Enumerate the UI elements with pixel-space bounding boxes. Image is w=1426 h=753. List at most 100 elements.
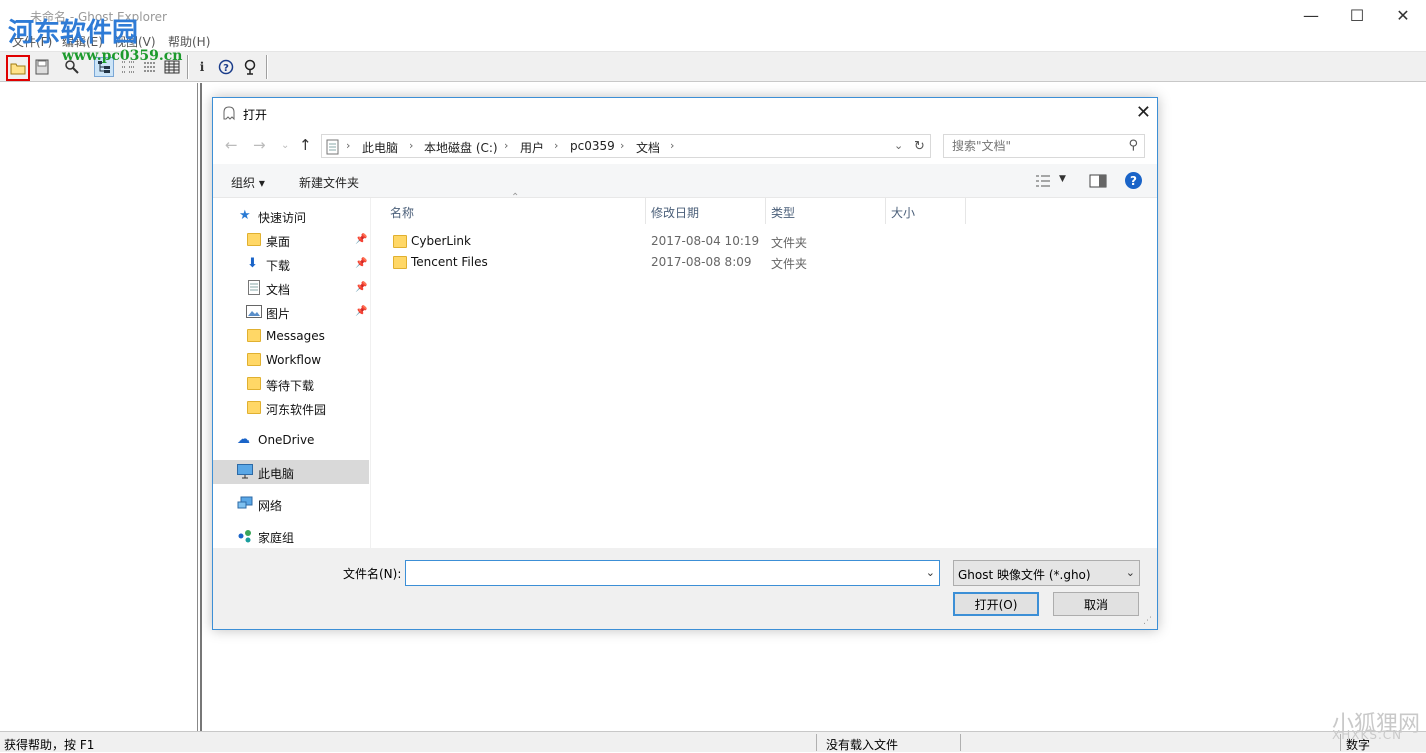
nav-hedong[interactable]: 河东软件园 xyxy=(213,396,369,420)
open-folder-icon xyxy=(10,63,26,75)
nav-onedrive[interactable]: ☁ OneDrive xyxy=(213,428,369,452)
tree-pane[interactable] xyxy=(0,83,198,731)
open-folder-button[interactable] xyxy=(6,55,30,81)
minimize-button[interactable]: — xyxy=(1288,0,1334,30)
title-bar: 未命名 - Ghost Explorer — ☐ ✕ xyxy=(0,0,1426,30)
file-type-filter[interactable]: Ghost 映像文件 (*.gho) ⌄ xyxy=(953,560,1140,586)
nav-label: 网络 xyxy=(258,499,283,513)
nav-waiting-downloads[interactable]: 等待下载 xyxy=(213,372,369,396)
forward-arrow-icon[interactable]: → xyxy=(253,136,266,154)
new-folder-button[interactable]: 新建文件夹 xyxy=(299,174,359,191)
document-icon xyxy=(248,280,260,295)
breadcrumb-separator: › xyxy=(409,139,414,152)
column-header-type[interactable]: 类型 xyxy=(771,204,795,221)
up-arrow-icon[interactable]: ↑ xyxy=(299,136,312,154)
save-icon xyxy=(35,59,49,75)
address-dropdown-icon[interactable]: ⌄ xyxy=(894,139,903,152)
breadcrumb-this-pc[interactable]: 此电脑 xyxy=(362,139,398,156)
sort-indicator-icon: ⌃ xyxy=(511,192,520,203)
info-icon: i xyxy=(199,60,205,74)
breadcrumb-documents[interactable]: 文档 xyxy=(636,139,660,156)
nav-label: 此电脑 xyxy=(258,467,295,481)
help-icon[interactable]: ? xyxy=(1125,172,1142,189)
breadcrumb-local-disk[interactable]: 本地磁盘 (C:) xyxy=(424,139,498,156)
nav-label: 快速访问 xyxy=(258,211,307,225)
search-box[interactable]: ⚲ xyxy=(943,134,1145,158)
toolbar: i ? xyxy=(0,52,1426,82)
context-help-button[interactable] xyxy=(240,57,260,77)
pin-icon: 📌 xyxy=(355,306,368,317)
view-dropdown-icon[interactable]: ▼ xyxy=(1059,174,1066,184)
star-icon: ★ xyxy=(239,208,251,223)
breadcrumb-separator: › xyxy=(620,139,625,152)
breadcrumb-user[interactable]: pc0359 xyxy=(570,139,615,153)
cloud-icon: ☁ xyxy=(237,432,250,447)
open-file-dialog: 打开 ✕ ← → ⌄ ↑ › 此电脑 › 本地磁盘 (C:) › 用户 › pc… xyxy=(212,97,1158,630)
context-help-icon xyxy=(244,59,256,75)
column-header-name[interactable]: 名称 xyxy=(390,204,414,221)
pin-icon: 📌 xyxy=(355,282,368,293)
table-row[interactable]: CyberLink 2017-08-04 10:19 文件夹 xyxy=(385,230,825,252)
folder-icon xyxy=(247,353,261,366)
properties-button[interactable]: i xyxy=(192,57,212,77)
status-divider xyxy=(816,734,817,751)
table-row[interactable]: Tencent Files 2017-08-08 8:09 文件夹 xyxy=(385,251,825,273)
address-bar[interactable]: › 此电脑 › 本地磁盘 (C:) › 用户 › pc0359 › 文档 › ⌄ xyxy=(321,134,931,158)
column-divider xyxy=(765,198,766,224)
back-arrow-icon[interactable]: ← xyxy=(225,136,238,154)
search-icon[interactable]: ⚲ xyxy=(1128,138,1138,153)
filename-input[interactable] xyxy=(406,561,916,585)
help-button[interactable]: ? xyxy=(216,57,236,77)
open-button[interactable]: 打开(O) xyxy=(953,592,1039,616)
file-name: Tencent Files xyxy=(411,255,488,269)
nav-messages[interactable]: Messages xyxy=(213,324,369,348)
chevron-down-icon: ⌄ xyxy=(1125,566,1135,579)
watermark-logo: 河东软件园 xyxy=(8,18,139,48)
nav-downloads[interactable]: ⬇ 下载 📌 xyxy=(213,252,369,276)
nav-workflow[interactable]: Workflow xyxy=(213,348,369,372)
file-date: 2017-08-08 8:09 xyxy=(651,255,752,269)
file-list: ⌃ 名称 修改日期 类型 大小 CyberLink 2017-08-04 10:… xyxy=(373,192,1157,548)
breadcrumb-users[interactable]: 用户 xyxy=(520,139,544,156)
breadcrumb-separator: › xyxy=(504,139,509,152)
search-input[interactable] xyxy=(944,135,1114,157)
column-divider xyxy=(645,198,646,224)
column-header-size[interactable]: 大小 xyxy=(891,204,915,221)
dialog-title: 打开 xyxy=(243,108,268,122)
folder-icon xyxy=(393,256,407,269)
nav-label: 等待下载 xyxy=(266,379,315,393)
nav-this-pc[interactable]: 此电脑 xyxy=(213,460,369,484)
refresh-button[interactable]: ↻ xyxy=(909,134,931,158)
column-header-date[interactable]: 修改日期 xyxy=(651,204,699,221)
preview-pane-icon[interactable] xyxy=(1089,174,1107,188)
cancel-button[interactable]: 取消 xyxy=(1053,592,1139,616)
close-button[interactable]: ✕ xyxy=(1380,0,1426,30)
status-file-text: 没有载入文件 xyxy=(826,738,899,752)
watermark-right-sub: XHXKS.CN xyxy=(1332,728,1403,742)
dialog-close-button[interactable]: ✕ xyxy=(1136,102,1151,123)
resize-grip-icon[interactable]: ⋰ xyxy=(1143,616,1152,626)
nav-homegroup[interactable]: 家庭组 xyxy=(213,524,369,548)
download-arrow-icon: ⬇ xyxy=(247,256,258,271)
view-options-icon[interactable] xyxy=(1035,174,1051,188)
svg-text:?: ? xyxy=(223,63,229,74)
dialog-title-bar: 打开 ✕ xyxy=(213,98,1157,128)
ghost-app-icon xyxy=(223,106,235,121)
column-divider xyxy=(885,198,886,224)
nav-label: OneDrive xyxy=(258,433,315,447)
nav-pictures[interactable]: 图片 📌 xyxy=(213,300,369,324)
folder-icon xyxy=(247,377,261,390)
nav-network[interactable]: 网络 xyxy=(213,492,369,516)
organize-button[interactable]: 组织 ▾ xyxy=(231,174,265,191)
nav-documents[interactable]: 文档 📌 xyxy=(213,276,369,300)
recent-dropdown-icon[interactable]: ⌄ xyxy=(281,140,289,151)
breadcrumb-separator: › xyxy=(554,139,559,152)
filename-combobox[interactable]: ⌄ xyxy=(405,560,940,586)
maximize-button[interactable]: ☐ xyxy=(1334,0,1380,30)
refresh-icon: ↻ xyxy=(914,138,925,154)
chevron-down-icon[interactable]: ⌄ xyxy=(926,566,935,579)
nav-desktop[interactable]: 桌面 📌 xyxy=(213,228,369,252)
nav-quick-access[interactable]: ★ 快速访问 xyxy=(213,204,369,228)
save-button[interactable] xyxy=(32,57,52,77)
nav-label: 文档 xyxy=(266,283,291,297)
